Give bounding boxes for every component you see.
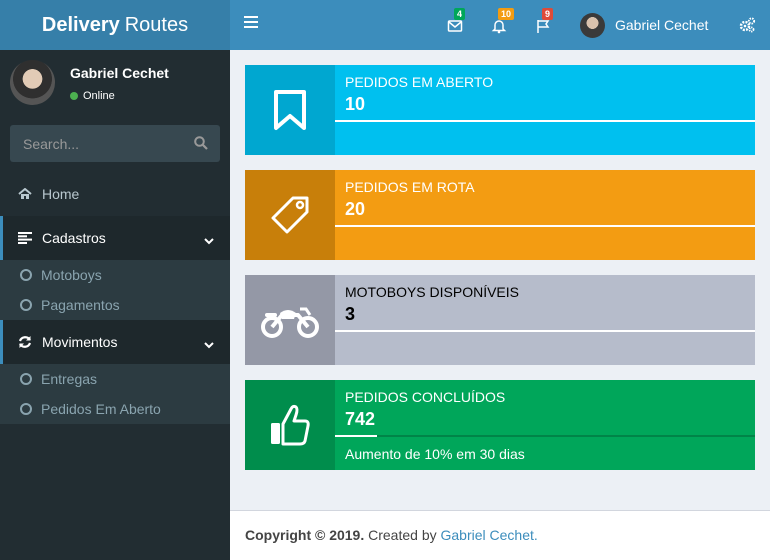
footer: Copyright © 2019. Created by Gabriel Cec…	[230, 510, 770, 560]
gears-icon	[739, 17, 756, 33]
circle-icon	[20, 373, 32, 385]
info-box-value: 742	[345, 409, 376, 429]
footer-created-by: Created by	[368, 527, 437, 543]
info-box-content: PEDIDOS CONCLUÍDOS 742 Aumento de 10% em…	[335, 380, 755, 470]
top-navbar: 4 10 9 Gabriel Cechet	[230, 0, 770, 50]
progress-track	[335, 225, 755, 227]
sidebar-item-label: Entregas	[41, 371, 98, 387]
sidebar: Gabriel Cechet Online Home Cadastros Mot…	[0, 50, 230, 560]
user-status-label: Online	[83, 90, 115, 102]
progress-bar	[335, 330, 755, 332]
user-status[interactable]: Online	[70, 90, 115, 102]
align-left-icon	[18, 232, 34, 244]
thumbs-up-icon	[271, 404, 310, 446]
progress-track	[335, 330, 755, 332]
sidebar-item-label: Pagamentos	[41, 297, 120, 313]
progress-track	[335, 120, 755, 122]
sidebar-item-pedidos-em-aberto[interactable]: Pedidos Em Aberto	[0, 394, 230, 424]
user-panel: Gabriel Cechet Online	[10, 60, 220, 108]
tasks-button[interactable]: 9	[532, 8, 554, 36]
settings-button[interactable]	[738, 16, 756, 39]
flag-icon	[537, 20, 550, 33]
envelope-icon	[447, 20, 463, 32]
progress-track	[335, 435, 755, 437]
sidebar-item-label: Cadastros	[42, 230, 106, 246]
info-box-value: 10	[345, 94, 366, 114]
bookmark-icon	[274, 90, 306, 130]
sidebar-item-entregas[interactable]: Entregas	[0, 364, 230, 394]
tag-icon	[271, 196, 309, 234]
progress-description: Aumento de 10% em 30 dias	[345, 446, 525, 462]
sidebar-item-label: Movimentos	[42, 334, 118, 350]
circle-icon	[20, 299, 32, 311]
sidebar-item-label: Home	[42, 186, 80, 202]
info-box-value: 3	[345, 304, 356, 324]
circle-icon	[20, 403, 32, 415]
sidebar-item-label: Pedidos Em Aberto	[41, 401, 161, 417]
search-button[interactable]	[194, 136, 208, 155]
info-box-content: PEDIDOS EM ROTA 20	[335, 170, 755, 260]
hamburger-line	[244, 26, 258, 28]
info-box-icon	[245, 170, 335, 260]
sidebar-item-pagamentos[interactable]: Pagamentos	[0, 290, 230, 320]
online-dot-icon	[70, 92, 78, 100]
info-box-label: PEDIDOS EM ROTA	[345, 179, 475, 195]
notifications-button[interactable]: 10	[488, 8, 515, 36]
logo-bold: Delivery	[41, 13, 120, 36]
sidebar-item-movimentos[interactable]: Movimentos	[0, 320, 230, 364]
info-box-motoboys-disponiveis: MOTOBOYS DISPONÍVEIS 3	[245, 275, 755, 365]
progress-bar	[335, 435, 377, 437]
info-box-content: MOTOBOYS DISPONÍVEIS 3	[335, 275, 755, 365]
progress-bar	[335, 225, 755, 227]
info-box-label: PEDIDOS CONCLUÍDOS	[345, 389, 506, 405]
user-menu[interactable]: Gabriel Cechet	[580, 0, 708, 50]
footer-author-link[interactable]: Gabriel Cechet.	[441, 527, 538, 543]
info-box-label: PEDIDOS EM ABERTO	[345, 74, 494, 90]
info-box-icon	[245, 65, 335, 155]
logo-light: Routes	[124, 13, 189, 36]
messages-button[interactable]: 4	[444, 8, 466, 36]
chevron-down-icon	[204, 232, 214, 248]
sidebar-toggle-button[interactable]	[244, 16, 258, 30]
info-box-pedidos-concluidos: PEDIDOS CONCLUÍDOS 742 Aumento de 10% em…	[245, 380, 755, 470]
motorcycle-icon	[261, 307, 319, 338]
sidebar-item-home[interactable]: Home	[0, 172, 230, 216]
info-box-label: MOTOBOYS DISPONÍVEIS	[345, 284, 520, 300]
notifications-badge: 10	[498, 8, 515, 20]
submenu-cadastros: Motoboys Pagamentos	[0, 260, 230, 320]
avatar	[580, 12, 605, 38]
info-box-pedidos-em-rota: PEDIDOS EM ROTA 20	[245, 170, 755, 260]
search-input[interactable]	[10, 125, 180, 162]
tasks-badge: 9	[542, 8, 554, 20]
user-menu-name: Gabriel Cechet	[615, 17, 709, 33]
refresh-icon	[18, 335, 34, 349]
info-box-pedidos-em-aberto: PEDIDOS EM ABERTO 10	[245, 65, 755, 155]
messages-badge: 4	[454, 8, 466, 20]
info-box-icon	[245, 275, 335, 365]
bell-icon	[491, 20, 507, 34]
info-box-value: 20	[345, 199, 366, 219]
footer-copyright: Copyright © 2019.	[245, 527, 365, 543]
home-icon	[18, 188, 34, 200]
search-icon	[194, 136, 208, 150]
hamburger-line	[244, 21, 258, 23]
circle-icon	[20, 269, 32, 281]
progress-bar	[335, 120, 755, 122]
logo[interactable]: Delivery Routes	[0, 0, 230, 50]
chevron-down-icon	[204, 336, 214, 352]
hamburger-line	[244, 16, 258, 18]
info-box-content: PEDIDOS EM ABERTO 10	[335, 65, 755, 155]
sidebar-search	[10, 125, 220, 162]
submenu-movimentos: Entregas Pedidos Em Aberto	[0, 364, 230, 424]
sidebar-item-motoboys[interactable]: Motoboys	[0, 260, 230, 290]
info-box-icon	[245, 380, 335, 470]
avatar	[10, 60, 55, 105]
sidebar-user-name: Gabriel Cechet	[70, 65, 169, 81]
sidebar-item-cadastros[interactable]: Cadastros	[0, 216, 230, 260]
sidebar-item-label: Motoboys	[41, 267, 102, 283]
